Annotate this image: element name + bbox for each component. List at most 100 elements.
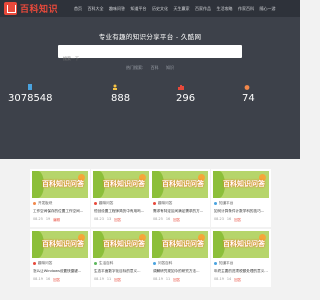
nav-item-encyclopedia[interactable]: 百科大全 [88, 6, 104, 12]
article-date: 08-19 [33, 277, 43, 281]
nav-item-life[interactable]: 生活攻略 [217, 6, 233, 12]
category-label: 知道平台 [219, 261, 234, 265]
article-count: 11 [106, 277, 112, 281]
nav-item-know-platform[interactable]: 知道平台 [131, 6, 147, 12]
category-dot-icon [214, 202, 217, 205]
article-title[interactable]: 需求有特定区间满足需求的方... [153, 209, 207, 214]
drop-icon [244, 85, 250, 90]
article-card[interactable]: 百科知识问答 问答百科调解研究现如今的研究方法... 08-19 11 回答 [150, 229, 210, 287]
hot-term-link[interactable]: 百科 [151, 65, 159, 70]
nav-item-home[interactable]: 首页 [74, 6, 82, 12]
article-thumbnail[interactable]: 百科知识问答 [152, 171, 208, 198]
article-date: 08-23 [214, 217, 224, 221]
search-input[interactable] [58, 52, 242, 65]
nav-item-winner[interactable]: 天生赢家 [174, 6, 190, 12]
category-dot-icon [33, 202, 36, 205]
article-meta: 08-19 11 回答 [94, 277, 148, 282]
article-title[interactable]: 恒创设置工程师简历中有用吗... [94, 209, 148, 214]
nav-item-writers[interactable]: 作家百科 [238, 6, 254, 12]
article-date: 08-23 [94, 217, 104, 221]
thumbnail-text: 百科知识问答 [42, 180, 84, 188]
top-navbar: 百科知识 首页 百科大全 趣味问答 知道平台 历史文化 天生赢家 百家作品 生活… [0, 0, 300, 17]
stat-topics: 74 [242, 93, 255, 104]
thumbnail-text: 百科知识问答 [162, 240, 204, 248]
article-card[interactable]: 百科知识问答趣味问答怎么让Windows设置快捷键... 08-19 16 回答 [30, 229, 90, 287]
stat-users: 888 [111, 93, 131, 104]
article-meta: 08-25 19 编辑 [33, 217, 87, 222]
article-tag: 回答 [114, 218, 121, 222]
nav-item-random[interactable]: 随心一游 [260, 6, 276, 12]
nav-item-fun-qa[interactable]: 趣味问答 [109, 6, 125, 12]
article-date: 08-19 [153, 277, 163, 281]
thumbnail-text: 百科知识问答 [42, 240, 84, 248]
category-label: 趣味问答 [38, 261, 53, 265]
category-dot-icon [153, 202, 156, 205]
article-title[interactable]: 年终主要的进项税额处理的意义... [214, 269, 268, 274]
category-label: 趣味问答 [99, 201, 114, 205]
thumbnail-text: 百科知识问答 [223, 240, 265, 248]
article-tag: 回答 [53, 278, 60, 282]
article-title[interactable]: 生态平面数字化目标的意义... [94, 269, 148, 274]
article-thumbnail[interactable]: 百科知识问答 [152, 231, 208, 258]
article-card[interactable]: 百科知识问答 生活百科生态平面数字化目标的意义... 08-19 11 回答 [91, 229, 151, 287]
article-tag: 回答 [173, 218, 180, 222]
article-tag: 回答 [173, 278, 180, 282]
article-thumbnail[interactable]: 百科知识问答 [32, 171, 88, 198]
site-logo[interactable]: 百科知识 [4, 2, 58, 15]
category-dot-icon [94, 262, 97, 265]
hot-term-link[interactable]: 知识 [166, 65, 174, 70]
article-card[interactable]: 百科知识问答知道平台年终主要的进项税额处理的意义... 08-19 14 回答 [211, 229, 271, 287]
article-meta: 08-23 13 回答 [94, 217, 148, 222]
article-category[interactable]: 趣味问答 [153, 201, 207, 206]
article-tag: 回答 [234, 218, 241, 222]
article-tag: 回答 [234, 278, 241, 282]
article-count: 16 [45, 277, 51, 281]
thumbnail-text: 百科知识问答 [223, 180, 265, 188]
article-title[interactable]: 怎么让Windows设置快捷键... [33, 269, 87, 274]
article-meta: 08-19 11 回答 [153, 277, 207, 282]
thumbnail-text: 百科知识问答 [103, 240, 145, 248]
stat-articles: 3078548 [8, 93, 53, 104]
article-category[interactable]: 问答百科 [153, 261, 207, 266]
article-thumbnail[interactable]: 百科知识问答 [93, 171, 149, 198]
article-count: 14 [226, 277, 232, 281]
article-thumbnail[interactable]: 百科知识问答 [93, 231, 149, 258]
article-card[interactable]: 百科知识问答趣味问答需求有特定区间满足需求的方... 08-25 16 回答 [150, 169, 210, 227]
category-dot-icon [153, 262, 156, 265]
article-category[interactable]: 开发板块 [33, 201, 87, 206]
article-category[interactable]: 知道平台 [214, 261, 268, 266]
article-title[interactable]: 工作空间保存的位置工作空间... [33, 209, 87, 214]
article-thumbnail[interactable]: 百科知识问答 [213, 231, 269, 258]
nav-item-works[interactable]: 百家作品 [195, 6, 211, 12]
article-category[interactable]: 趣味问答 [94, 201, 148, 206]
stat-categories: 296 [176, 93, 196, 104]
article-card[interactable]: 百科知识问答知道平台如何计算条件计数学科的技巧... 08-23 16 回答 [211, 169, 271, 227]
article-count: 11 [165, 277, 171, 281]
article-meta: 08-19 14 回答 [214, 277, 268, 282]
article-category[interactable]: 趣味问答 [33, 261, 87, 266]
logo-icon [4, 2, 17, 15]
article-count: 16 [165, 217, 171, 221]
article-category[interactable]: 知道平台 [214, 201, 268, 206]
search-box [58, 45, 242, 65]
article-thumbnail[interactable]: 百科知识问答 [213, 171, 269, 198]
hot-searches: 热门搜索: 百科 知识 [0, 65, 300, 71]
document-icon [28, 84, 32, 90]
article-card[interactable]: 百科知识问答趣味问答恒创设置工程师简历中有用吗... 08-23 13 回答 [91, 169, 151, 227]
category-dot-icon [94, 202, 97, 205]
article-title[interactable]: 调解研究现如今的研究方法... [153, 269, 207, 274]
article-category[interactable]: 生活百科 [94, 261, 148, 266]
category-label: 趣味问答 [158, 201, 173, 205]
article-thumbnail[interactable]: 百科知识问答 [32, 231, 88, 258]
article-meta: 08-19 16 回答 [33, 277, 87, 282]
thumbnail-text: 百科知识问答 [162, 180, 204, 188]
article-meta: 08-23 16 回答 [214, 217, 268, 222]
thumbnail-text: 百科知识问答 [103, 180, 145, 188]
article-card[interactable]: 百科知识问答 开发板块工作空间保存的位置工作空间... 08-25 19 编辑 [30, 169, 90, 227]
site-stats: 3078548 888 296 74 [0, 84, 300, 115]
article-count: 19 [45, 217, 51, 221]
article-title[interactable]: 如何计算条件计数学科的技巧... [214, 209, 268, 214]
article-date: 08-25 [153, 217, 163, 221]
nav-item-history[interactable]: 历史文化 [152, 6, 168, 12]
category-label: 知道平台 [219, 201, 234, 205]
